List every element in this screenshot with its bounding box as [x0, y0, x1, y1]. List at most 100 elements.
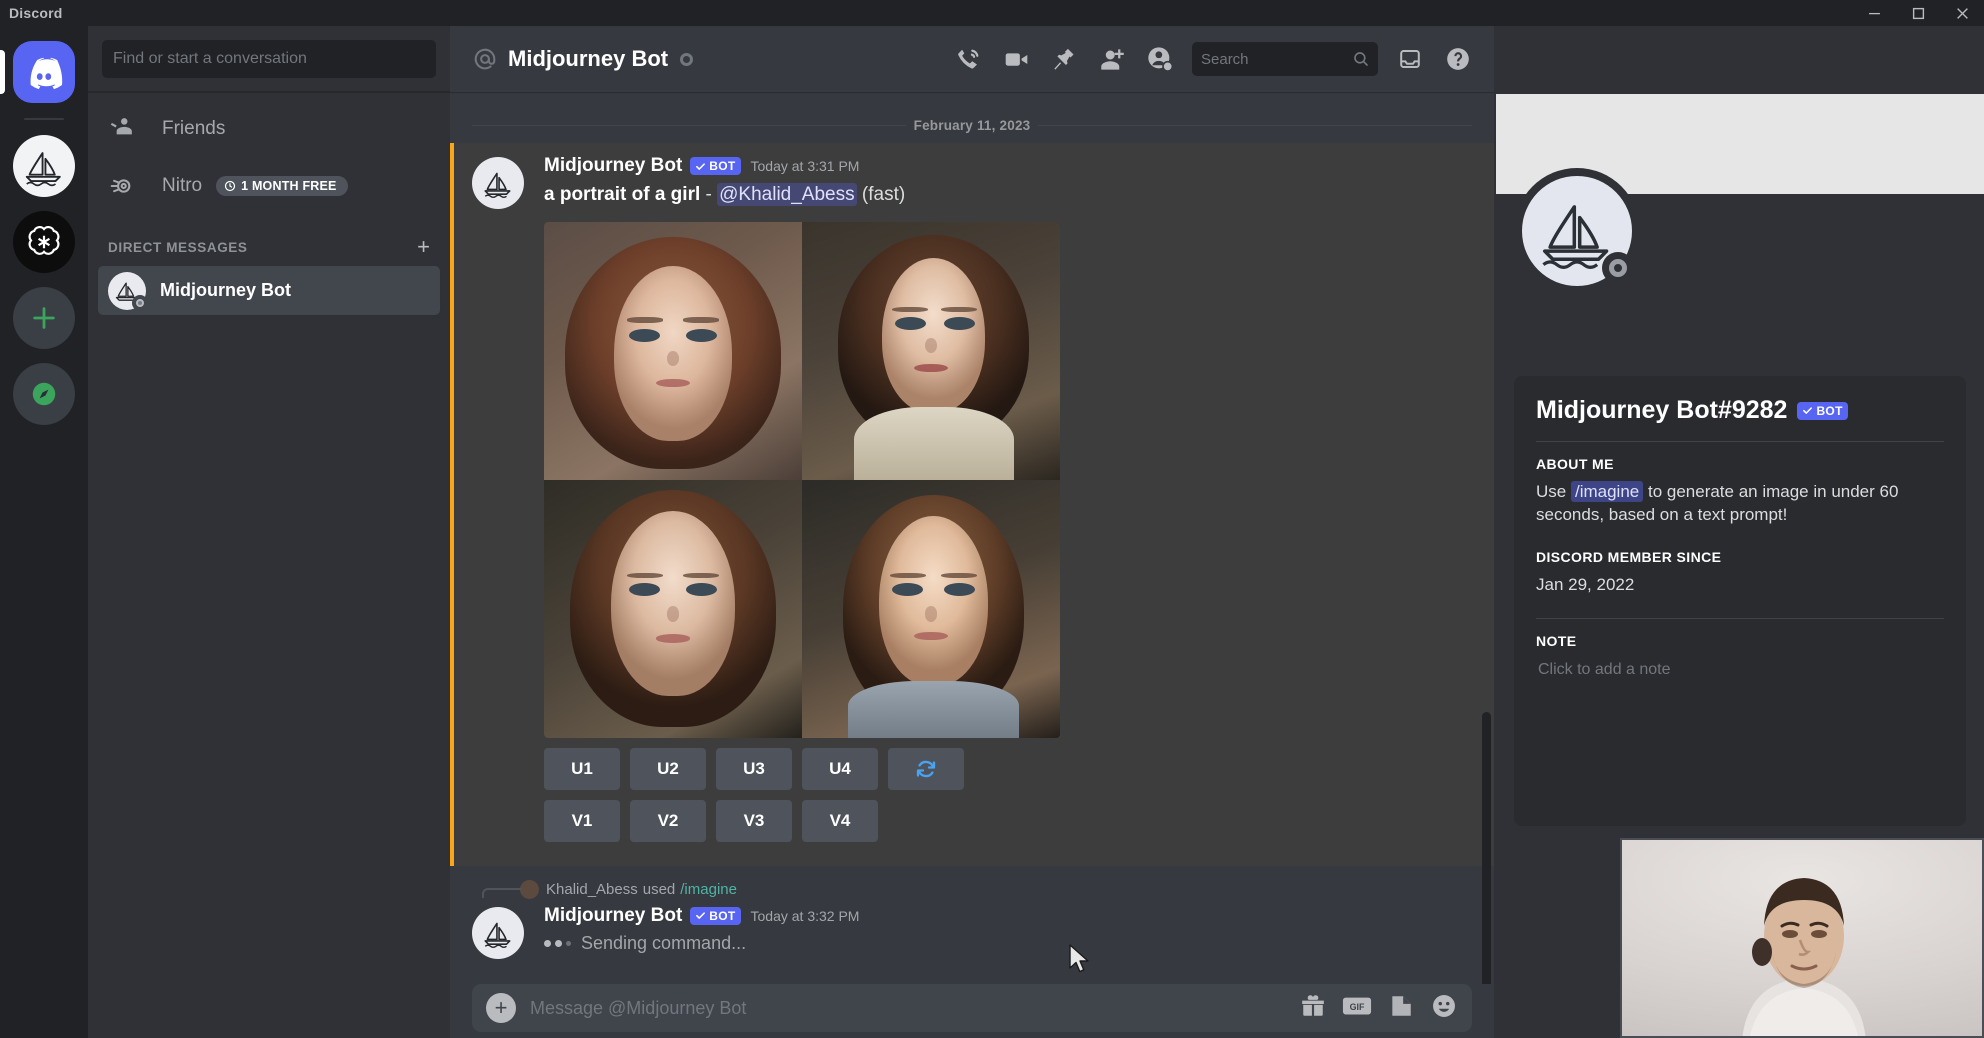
message-list[interactable]: February 11, 2023 Midjourney Bot BOT Tod…: [450, 92, 1494, 984]
start-voice-call-icon[interactable]: [944, 35, 992, 83]
avatar: [108, 271, 148, 311]
grid-cell-2[interactable]: [802, 221, 1060, 480]
direct-messages-title: DIRECT MESSAGES: [108, 239, 248, 255]
minimize-button[interactable]: [1852, 0, 1896, 26]
slash-command-link[interactable]: /imagine: [680, 881, 737, 898]
bot-badge: BOT: [690, 906, 741, 925]
imagine-command-chip[interactable]: /imagine: [1570, 481, 1644, 502]
bot-badge-label: BOT: [709, 908, 736, 923]
nitro-promo-badge[interactable]: 1 MONTH FREE: [216, 175, 348, 196]
button-v2[interactable]: V2: [630, 799, 706, 842]
sailboat-icon: [484, 172, 511, 199]
page-title: Midjourney Bot: [508, 46, 669, 71]
help-icon[interactable]: [1434, 35, 1482, 83]
dm-search-container: [88, 26, 450, 92]
find-conversation-input[interactable]: [102, 39, 436, 78]
sticker-icon[interactable]: [1388, 993, 1414, 1024]
button-v4[interactable]: V4: [802, 799, 878, 842]
window-controls: [1852, 0, 1984, 26]
grid-cell-4[interactable]: [802, 479, 1060, 738]
discord-window: Discord Find or start a conversation Fri…: [0, 0, 1984, 1038]
message-author[interactable]: Midjourney Bot: [544, 905, 682, 927]
member-since-value: Jan 29, 2022: [1536, 574, 1635, 594]
attach-file-button[interactable]: +: [486, 993, 516, 1023]
gift-icon[interactable]: [1300, 993, 1326, 1024]
rail-item-midjourney[interactable]: [12, 134, 76, 198]
about-prefix: Use: [1536, 482, 1567, 501]
upscale-button-row: U1 U2 U3 U4: [544, 747, 1472, 790]
avatar[interactable]: [472, 906, 524, 959]
prompt-text: a portrait of a girl: [544, 184, 701, 205]
rail-item-openai[interactable]: [12, 210, 76, 274]
search-icon: [1352, 50, 1370, 68]
avatar[interactable]: [472, 157, 524, 209]
nitro-badge-label: 1 MONTH FREE: [241, 178, 337, 193]
sailboat-icon: [25, 152, 61, 187]
bot-badge-label: BOT: [709, 159, 736, 173]
button-v3[interactable]: V3: [716, 799, 792, 842]
compass-icon: [32, 382, 56, 406]
active-server-pill: [0, 50, 5, 94]
grid-cell-1[interactable]: [544, 221, 802, 480]
clock-icon: [225, 180, 236, 191]
button-u4[interactable]: U4: [802, 747, 878, 790]
add-friends-icon[interactable]: [1088, 35, 1136, 83]
rail-item-explore[interactable]: [12, 362, 76, 426]
composer-container: + GIF: [450, 984, 1494, 1038]
loading-dots-icon: [544, 939, 571, 947]
message-author[interactable]: Midjourney Bot: [544, 155, 682, 177]
button-v1[interactable]: V1: [544, 799, 620, 842]
profile-name-row: Midjourney Bot#9282 BOT: [1536, 396, 1944, 425]
pinned-messages-icon[interactable]: [1040, 35, 1088, 83]
chat-header: Midjourney Bot: [450, 26, 1494, 92]
gif-icon[interactable]: GIF: [1342, 993, 1372, 1024]
message-input[interactable]: [530, 997, 1300, 1019]
button-u3[interactable]: U3: [716, 747, 792, 790]
button-u2[interactable]: U2: [630, 747, 706, 790]
dm-item-midjourney-bot[interactable]: Midjourney Bot: [98, 266, 440, 315]
divider: [1536, 441, 1944, 442]
rail-item-add-server[interactable]: [12, 286, 76, 350]
user-profile-icon[interactable]: [1136, 35, 1184, 83]
openai-logo-icon: [28, 226, 60, 255]
friends-label: Friends: [162, 117, 226, 139]
rail-item-discord-home[interactable]: [0, 40, 76, 104]
grid-cell-3[interactable]: [544, 479, 802, 738]
close-button[interactable]: [1940, 0, 1984, 26]
note-input[interactable]: Click to add a note: [1532, 657, 1944, 683]
emoji-icon[interactable]: [1430, 992, 1458, 1025]
sidebar-item-nitro[interactable]: Nitro 1 MONTH FREE: [98, 159, 440, 212]
button-u1[interactable]: U1: [544, 747, 620, 790]
button-reroll[interactable]: [888, 747, 964, 790]
search-container[interactable]: [1192, 42, 1378, 76]
start-video-call-icon[interactable]: [992, 35, 1040, 83]
create-dm-button[interactable]: +: [417, 236, 430, 258]
profile-username: Midjourney Bot: [1536, 396, 1718, 424]
maximize-button[interactable]: [1896, 0, 1940, 26]
prompt-separator: -: [705, 184, 712, 205]
pending-status-text: Sending command...: [581, 932, 747, 953]
command-user[interactable]: Khalid_Abess: [546, 881, 638, 898]
speed-mode-label: (fast): [861, 184, 906, 205]
mention-khalid-abess[interactable]: @Khalid_Abess: [717, 183, 857, 206]
message-sending-command[interactable]: Khalid_Abess used /imagine Midjourney Bo…: [450, 866, 1494, 969]
status-indicator-offline: [132, 294, 148, 311]
check-icon: [1803, 407, 1813, 414]
profile-discriminator: #9282: [1717, 396, 1788, 424]
message-composer[interactable]: + GIF: [472, 984, 1472, 1032]
message-midjourney-result[interactable]: Midjourney Bot BOT Today at 3:31 PM a po…: [450, 143, 1494, 866]
sidebar-item-friends[interactable]: Friends: [98, 102, 440, 155]
pending-status-row: Sending command...: [544, 933, 1472, 954]
about-me-text: Use /imagine to generate an image in und…: [1536, 480, 1944, 527]
inbox-icon[interactable]: [1386, 35, 1434, 83]
search-input[interactable]: [1201, 50, 1341, 68]
dm-nav-list: Friends Nitro 1 MONTH FREE DIRECT MESSAG…: [88, 92, 450, 315]
profile-avatar-ring: [1514, 168, 1640, 294]
dm-item-label: Midjourney Bot: [160, 280, 291, 300]
message-scrollbar[interactable]: [1482, 712, 1491, 984]
sailboat-icon: [484, 922, 511, 948]
check-icon: [696, 912, 706, 920]
nitro-label: Nitro: [162, 174, 203, 196]
generated-image-grid[interactable]: [544, 221, 1060, 738]
command-used-line: Khalid_Abess used /imagine: [450, 866, 1494, 901]
